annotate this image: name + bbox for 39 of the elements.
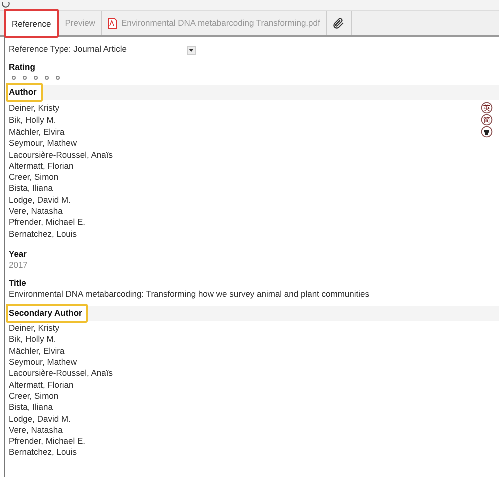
field-heading: Author <box>6 83 43 102</box>
author-name: Pfrender, Michael E. <box>9 436 86 448</box>
author-name: Mächler, Elvira <box>9 126 65 138</box>
author-name: Vere, Natasha <box>9 206 63 218</box>
caret-icon <box>188 48 194 52</box>
author-name: Vere, Natasha <box>9 424 63 436</box>
author-name: Bista, Iliana <box>9 183 53 195</box>
author-name: Bernatchez, Louis <box>9 228 78 240</box>
author-name: Lodge, David M. <box>9 194 71 206</box>
author-name: Seymour, Mathew <box>9 357 78 368</box>
author-name: Bik, Holly M. <box>9 334 56 346</box>
author-name: Seymour, Mathew <box>9 138 78 150</box>
author-name: Bik, Holly M. <box>9 114 56 126</box>
field-label: Title <box>9 278 28 289</box>
field-label: Rating <box>9 62 36 74</box>
field-label: Year <box>9 248 28 260</box>
title-value: Environmental DNA metabarcoding: Transforming how we survey animal and plant communities <box>9 288 370 300</box>
author-name: Lacoursière-Roussel, Anaïs <box>9 368 113 380</box>
paperclip-icon <box>333 16 346 30</box>
field-heading: Secondary Author <box>6 304 88 324</box>
author-name: Pfrender, Michael E. <box>9 217 86 229</box>
author-name: Creer, Simon <box>9 390 59 402</box>
author-name: Deiner, Kristy <box>9 102 60 114</box>
author-name: Mächler, Elvira <box>9 346 65 358</box>
year-value: 2017 <box>9 260 29 272</box>
author-name: Bista, Iliana <box>9 402 53 414</box>
author-name: Bernatchez, Louis <box>9 447 78 459</box>
reference-type: Reference Type: Journal Article <box>9 44 127 56</box>
author-name: Lacoursière-Roussel, Anaïs <box>9 150 113 161</box>
author-name: Deiner, Kristy <box>9 323 60 334</box>
circle-icon[interactable] <box>481 126 493 138</box>
tab[interactable]: Reference <box>4 9 60 38</box>
pdf-icon <box>108 18 118 28</box>
author-name: Altermatt, Florian <box>9 160 74 172</box>
dropdown-button[interactable] <box>186 46 196 54</box>
author-name: Creer, Simon <box>9 172 59 184</box>
author-name: Lodge, David M. <box>9 414 71 425</box>
author-name: Altermatt, Florian <box>9 380 74 391</box>
toolbar-icon[interactable] <box>2 2 10 10</box>
